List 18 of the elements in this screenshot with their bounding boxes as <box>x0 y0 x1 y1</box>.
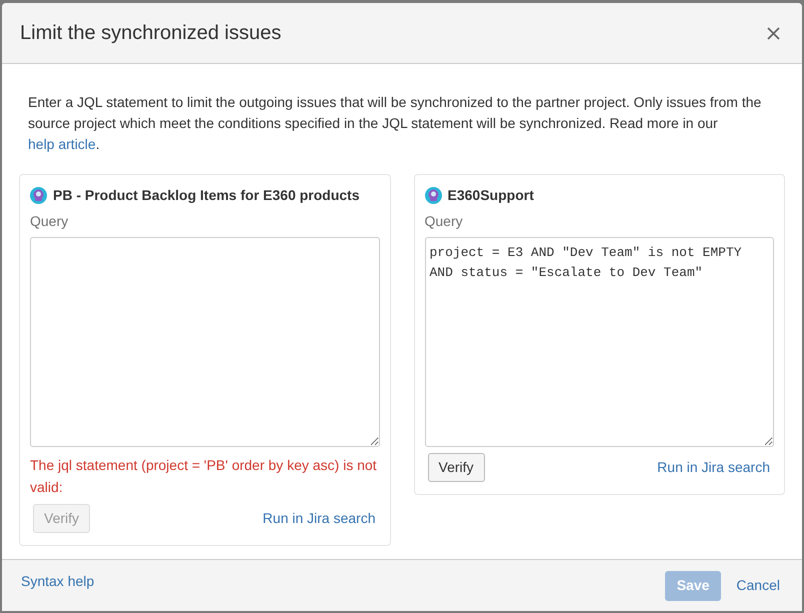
error-message: The jql statement (project = 'PB' order by key asc) is not valid: <box>30 456 378 497</box>
close-icon[interactable] <box>767 26 780 40</box>
project-avatar-icon <box>30 187 47 204</box>
description-text: Enter a JQL statement to limit the outgoing issues that will be synchronized to the partner project. Only issues from the source project which meet the conditions specified in the JQL statement will be synchronized. Read more in our help article. <box>27 93 762 154</box>
query-label: Query <box>424 212 464 231</box>
run-in-jira-link[interactable]: Run in Jira search <box>657 457 770 478</box>
help-article-link[interactable]: help article <box>28 136 96 152</box>
project-title: E360Support <box>448 186 534 205</box>
project-avatar-icon <box>424 187 442 204</box>
query-field[interactable]: project = E3 AND "Dev Team" is not EMPTY AND status = "Escalate to Dev Team" <box>424 237 774 447</box>
query-field[interactable] <box>30 237 380 447</box>
query-label: Query <box>30 212 70 231</box>
cancel-link[interactable]: Cancel <box>736 575 780 596</box>
syntax-help-link[interactable]: Syntax help <box>21 571 94 592</box>
run-in-jira-link[interactable]: Run in Jira search <box>262 508 376 529</box>
verify-button[interactable]: Verify <box>428 453 485 482</box>
dialog-title: Limit the synchronized issues <box>20 21 282 46</box>
project-title: PB - Product Backlog Items for E360 products <box>53 186 360 205</box>
